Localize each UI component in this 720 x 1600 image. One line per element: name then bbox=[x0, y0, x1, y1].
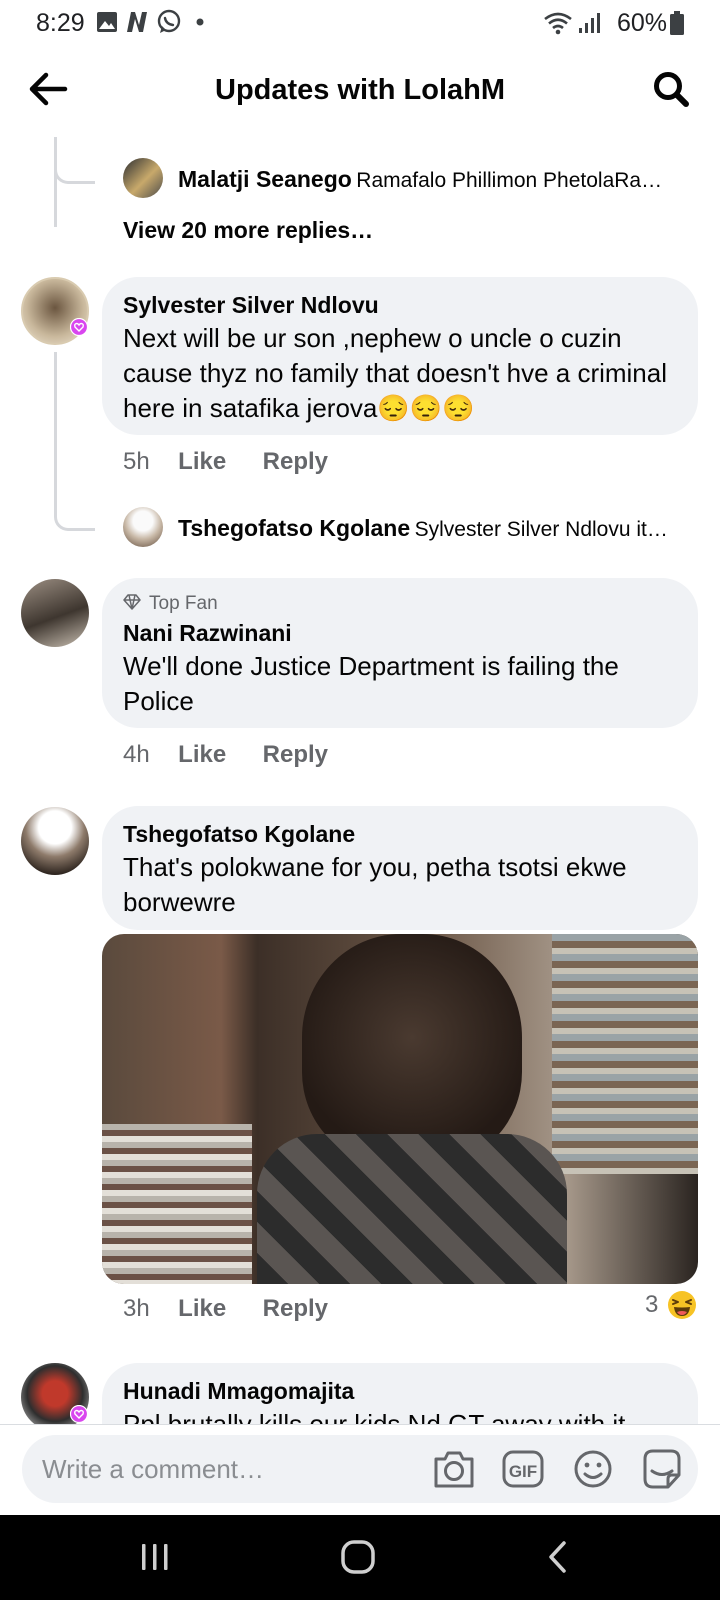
comment-author[interactable]: Sylvester Silver Ndlovu bbox=[123, 292, 379, 319]
comment-actions: 5h Like Reply bbox=[123, 448, 328, 476]
diamond-badge-icon bbox=[123, 594, 141, 610]
camera-icon[interactable] bbox=[432, 1448, 476, 1490]
comment-actions: 4h Like Reply bbox=[123, 741, 328, 769]
whatsapp-icon bbox=[157, 9, 181, 33]
laughing-emoji-icon bbox=[667, 1291, 696, 1319]
comment-time: 3h bbox=[123, 1295, 150, 1322]
view-more-replies-link[interactable]: View 20 more replies… bbox=[123, 217, 373, 244]
photo-stripe-region bbox=[552, 934, 698, 1174]
home-icon[interactable] bbox=[340, 1539, 376, 1575]
comment-actions: 3h Like Reply bbox=[123, 1295, 328, 1323]
sticker-icon[interactable] bbox=[640, 1447, 684, 1491]
comment-author[interactable]: Nani Razwinani bbox=[123, 620, 292, 647]
comment-text: We'll done Justice Department is failing… bbox=[123, 651, 619, 716]
photo-sweater-shape bbox=[257, 1134, 567, 1284]
battery-percent: 60% bbox=[617, 9, 668, 37]
reaction-summary[interactable]: 3 bbox=[645, 1290, 697, 1320]
recent-apps-icon[interactable] bbox=[138, 1542, 172, 1572]
reply-button[interactable]: Reply bbox=[263, 1295, 328, 1322]
gif-icon[interactable]: GIF bbox=[501, 1448, 545, 1490]
comment-composer[interactable]: Write a comment… GIF bbox=[22, 1435, 698, 1503]
comment-bubble[interactable]: Hunadi Mmagomajita Ppl brutally kills ou… bbox=[102, 1363, 698, 1425]
page-title: Updates with LolahM bbox=[215, 74, 505, 106]
avatar[interactable] bbox=[21, 807, 89, 875]
comment-text: Next will be ur son ,nephew o uncle o cu… bbox=[123, 323, 668, 423]
avatar[interactable] bbox=[123, 158, 163, 198]
thread-elbow bbox=[54, 470, 95, 531]
comment-text: Ppl brutally kills our kids Nd GT away w… bbox=[123, 1409, 626, 1425]
gallery-icon bbox=[97, 12, 117, 32]
status-bar: 8:29 60% bbox=[0, 0, 720, 46]
reaction-count: 3 bbox=[645, 1291, 659, 1318]
more-notifications-dot-icon bbox=[196, 18, 204, 26]
avatar[interactable] bbox=[123, 507, 163, 547]
like-button[interactable]: Like bbox=[178, 741, 226, 768]
composer-divider bbox=[0, 1424, 720, 1425]
top-fan-badge: Top Fan bbox=[149, 593, 218, 614]
reply-author[interactable]: Malatji Seanego bbox=[178, 166, 352, 192]
svg-text:GIF: GIF bbox=[509, 1462, 537, 1481]
comment-text: That's polokwane for you, petha tsotsi e… bbox=[123, 852, 627, 917]
back-nav-icon[interactable] bbox=[546, 1540, 570, 1574]
signal-icon bbox=[579, 13, 600, 33]
netflix-notification-icon bbox=[127, 12, 147, 32]
like-button[interactable]: Like bbox=[178, 1295, 226, 1322]
comment-attached-photo[interactable] bbox=[102, 934, 698, 1284]
photo-stripe-region bbox=[102, 1124, 252, 1284]
avatar[interactable] bbox=[21, 579, 89, 647]
comment-input-placeholder[interactable]: Write a comment… bbox=[42, 1454, 264, 1485]
comment-time: 4h bbox=[123, 741, 150, 768]
comment-bubble[interactable]: Top Fan Nani Razwinani We'll done Justic… bbox=[102, 578, 698, 728]
reply-preview-text: Sylvester Silver Ndlovu it… bbox=[414, 518, 668, 541]
heart-badge-icon bbox=[70, 1405, 88, 1423]
battery-icon bbox=[670, 11, 684, 35]
reply-author[interactable]: Tshegofatso Kgolane bbox=[178, 515, 410, 541]
reply-preview-row[interactable]: Malatji Seanego Ramafalo Phillimon Pheto… bbox=[178, 166, 698, 193]
reply-preview-text: Ramafalo Phillimon PhetolaRa… bbox=[356, 169, 663, 192]
reply-preview-row[interactable]: Tshegofatso Kgolane Sylvester Silver Ndl… bbox=[178, 515, 698, 542]
comment-bubble[interactable]: Tshegofatso Kgolane That's polokwane for… bbox=[102, 806, 698, 930]
system-nav-bar bbox=[0, 1515, 720, 1600]
app-header: Updates with LolahM bbox=[0, 50, 720, 134]
comment-time: 5h bbox=[123, 448, 150, 475]
reply-button[interactable]: Reply bbox=[263, 448, 328, 475]
comment-bubble[interactable]: Sylvester Silver Ndlovu Next will be ur … bbox=[102, 277, 698, 435]
wifi-icon bbox=[544, 12, 572, 35]
like-button[interactable]: Like bbox=[178, 448, 226, 475]
clipped-comment: Hunadi Mmagomajita Ppl brutally kills ou… bbox=[0, 1355, 720, 1425]
comment-author[interactable]: Hunadi Mmagomajita bbox=[123, 1378, 354, 1405]
emoji-icon[interactable] bbox=[571, 1448, 615, 1490]
thread-elbow bbox=[54, 137, 95, 184]
photo-face-shape bbox=[302, 934, 522, 1164]
heart-badge-icon bbox=[70, 318, 88, 336]
search-icon[interactable] bbox=[652, 70, 690, 108]
comment-author[interactable]: Tshegofatso Kgolane bbox=[123, 821, 355, 848]
reply-button[interactable]: Reply bbox=[263, 741, 328, 768]
status-time: 8:29 bbox=[36, 9, 85, 37]
